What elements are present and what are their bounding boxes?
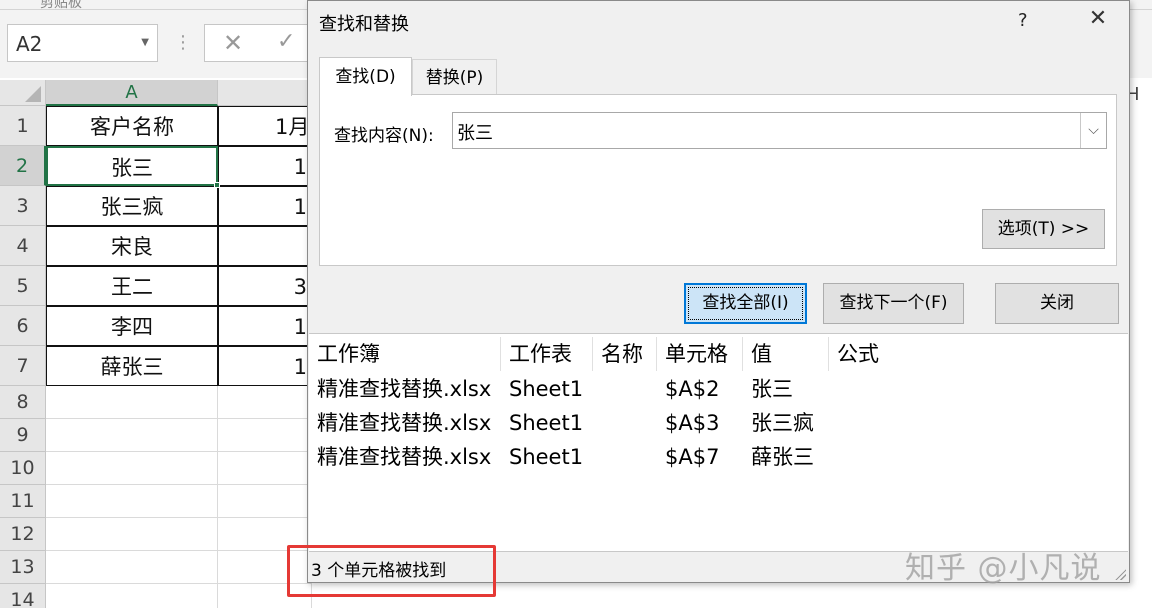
confirm-icon[interactable]: ✓ — [277, 29, 295, 54]
row-header-8[interactable]: 8 — [0, 386, 46, 419]
options-button[interactable]: 选项(T) >> — [982, 209, 1105, 249]
name-box-value: A2 — [16, 32, 43, 56]
close-icon[interactable]: ✕ — [1086, 7, 1110, 31]
row-header-6[interactable]: 6 — [0, 306, 46, 346]
result-cell[interactable]: $A$2 — [657, 372, 719, 406]
row-header-10[interactable]: 10 — [0, 452, 46, 485]
select-all-corner[interactable] — [0, 80, 46, 106]
row-header-14[interactable]: 14 — [0, 584, 46, 608]
result-formula[interactable] — [829, 440, 837, 474]
row-header-13[interactable]: 13 — [0, 551, 46, 584]
tab-find[interactable]: 查找(D) — [319, 57, 412, 96]
cell-a4[interactable]: 宋良 — [46, 226, 218, 266]
cell-a6[interactable]: 李四 — [46, 306, 218, 346]
find-what-value[interactable]: 张三 — [457, 119, 493, 145]
cell-b6[interactable]: 1 — [218, 306, 312, 346]
results-header-cell[interactable]: 单元格 — [657, 337, 743, 371]
help-button[interactable]: ? — [1018, 10, 1028, 31]
name-box[interactable]: A2 ▼ — [7, 24, 158, 62]
row-header-12[interactable]: 12 — [0, 518, 46, 551]
row-header-2[interactable]: 2 — [0, 146, 46, 186]
row-header-4[interactable]: 4 — [0, 226, 46, 266]
row-header-11[interactable]: 11 — [0, 485, 46, 518]
cancel-icon[interactable]: ✕ — [223, 29, 243, 57]
dialog-title: 查找和替换 — [319, 14, 409, 35]
cell-a7[interactable]: 薛张三 — [46, 346, 218, 386]
row-header-1[interactable]: 1 — [0, 106, 46, 146]
cell-a8[interactable] — [46, 386, 218, 419]
result-sheet[interactable]: Sheet1 — [501, 440, 583, 474]
result-workbook[interactable]: 精准查找替换.xlsx — [309, 406, 491, 440]
cell-a10[interactable] — [46, 452, 218, 485]
chevron-down-icon[interactable]: ⌵ — [1080, 113, 1106, 148]
results-header-value[interactable]: 值 — [743, 337, 829, 371]
cell-a13[interactable] — [46, 551, 218, 584]
result-workbook[interactable]: 精准查找替换.xlsx — [309, 372, 491, 406]
formula-buttons: ✕ ✓ — [204, 24, 314, 62]
row-header-9[interactable]: 9 — [0, 419, 46, 452]
find-what-label: 查找内容(N): — [334, 126, 434, 146]
find-all-button[interactable]: 查找全部(I) — [684, 283, 807, 324]
find-replace-dialog: 查找和替换 ? ✕ 查找(D) 替换(P) 查找内容(N): 张三 ⌵ 选项(T… — [307, 0, 1130, 583]
result-sheet[interactable]: Sheet1 — [501, 372, 583, 406]
cell-b11[interactable] — [218, 485, 312, 518]
cell-a12[interactable] — [46, 518, 218, 551]
result-cell[interactable]: $A$7 — [657, 440, 719, 474]
cell-b3[interactable]: 1 — [218, 186, 312, 226]
result-name[interactable] — [593, 372, 601, 406]
column-header-a[interactable]: A — [46, 80, 218, 106]
resize-grip-icon[interactable] — [1114, 568, 1126, 580]
cell-b2[interactable]: 1 — [218, 146, 312, 186]
cell-a3[interactable]: 张三疯 — [46, 186, 218, 226]
cell-a14[interactable] — [46, 584, 218, 608]
result-name[interactable] — [593, 440, 601, 474]
chevron-down-icon[interactable]: ▼ — [141, 37, 149, 48]
cell-b9[interactable] — [218, 419, 312, 452]
result-formula[interactable] — [829, 406, 837, 440]
result-name[interactable] — [593, 406, 601, 440]
fill-handle[interactable] — [214, 182, 220, 188]
results-header-workbook[interactable]: 工作簿 — [309, 337, 501, 371]
result-workbook[interactable]: 精准查找替换.xlsx — [309, 440, 491, 474]
find-next-button[interactable]: 查找下一个(F) — [823, 283, 964, 324]
find-what-input[interactable]: 张三 ⌵ — [452, 112, 1107, 149]
result-value[interactable]: 薛张三 — [743, 440, 814, 474]
row-header-5[interactable]: 5 — [0, 266, 46, 306]
row-header-7[interactable]: 7 — [0, 346, 46, 386]
cell-b4[interactable] — [218, 226, 312, 266]
column-header-b[interactable] — [218, 80, 312, 106]
cell-a2[interactable]: 张三 — [46, 146, 218, 186]
cell-b10[interactable] — [218, 452, 312, 485]
status-highlight-box — [287, 545, 496, 597]
cell-b7[interactable]: 1 — [218, 346, 312, 386]
result-cell[interactable]: $A$3 — [657, 406, 719, 440]
results-header-name[interactable]: 名称 — [593, 337, 657, 371]
row-header-3[interactable]: 3 — [0, 186, 46, 226]
result-value[interactable]: 张三 — [743, 372, 793, 406]
result-value[interactable]: 张三疯 — [743, 406, 814, 440]
result-sheet[interactable]: Sheet1 — [501, 406, 583, 440]
cell-a9[interactable] — [46, 419, 218, 452]
find-panel: 查找内容(N): 张三 ⌵ 选项(T) >> — [319, 94, 1117, 266]
watermark: 知乎 @小凡说 — [905, 551, 1102, 586]
results-list[interactable]: 工作簿 工作表 名称 单元格 值 公式 精准查找替换.xlsx Sheet1 $A$… — [309, 333, 1128, 552]
result-formula[interactable] — [829, 372, 837, 406]
drag-handle-icon[interactable]: ⋮ — [174, 32, 192, 53]
cell-b1[interactable]: 1月 — [218, 106, 312, 146]
tab-replace[interactable]: 替换(P) — [412, 59, 497, 95]
cell-a11[interactable] — [46, 485, 218, 518]
close-button[interactable]: 关闭 — [995, 283, 1119, 324]
cell-b8[interactable] — [218, 386, 312, 419]
cell-a5[interactable]: 王二 — [46, 266, 218, 306]
cell-a1[interactable]: 客户名称 — [46, 106, 218, 146]
results-header-formula[interactable]: 公式 — [829, 337, 1128, 371]
cell-b5[interactable]: 3 — [218, 266, 312, 306]
results-header-sheet[interactable]: 工作表 — [501, 337, 593, 371]
